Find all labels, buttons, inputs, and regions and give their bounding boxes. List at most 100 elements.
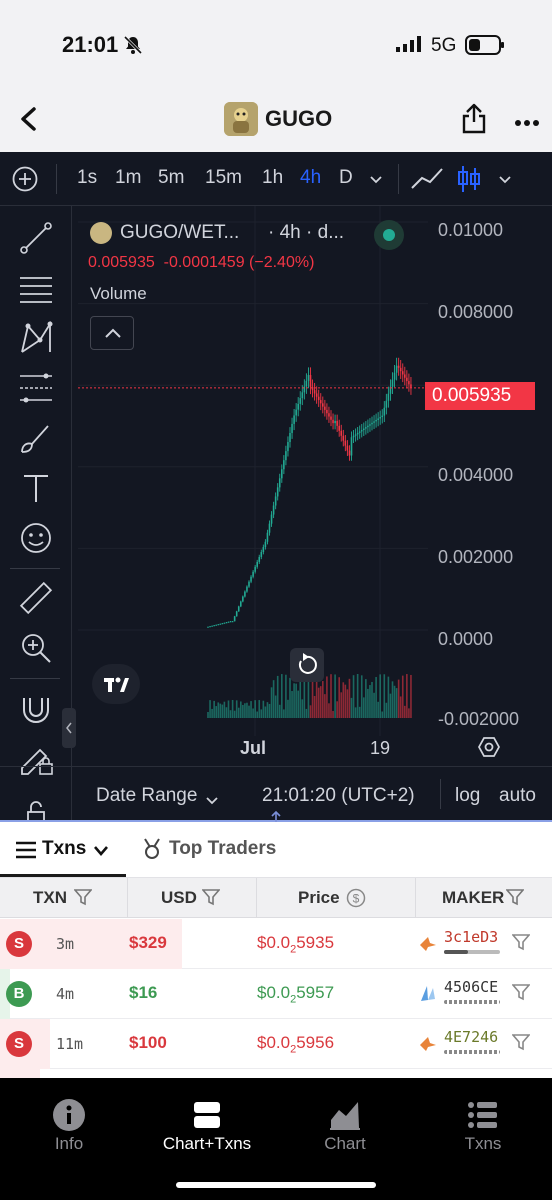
volume-bar bbox=[381, 711, 384, 718]
volume-bar bbox=[278, 704, 281, 718]
add-indicator-plus-icon[interactable] bbox=[12, 166, 38, 197]
volume-bar bbox=[317, 687, 320, 718]
candle-body bbox=[223, 622, 226, 624]
fib-retracement-icon[interactable] bbox=[16, 368, 56, 408]
volume-bar bbox=[242, 704, 244, 718]
candle-body bbox=[334, 420, 336, 424]
table-row[interactable]: S 11m $100 $0.025956 4E7246 bbox=[0, 1019, 552, 1069]
ruler-icon[interactable] bbox=[16, 578, 56, 618]
tradingview-logo[interactable] bbox=[92, 664, 140, 704]
bell-muted-icon bbox=[122, 34, 144, 61]
txn-type-badge: S bbox=[6, 931, 32, 957]
divider bbox=[10, 678, 60, 679]
table-row[interactable]: B 4m $16 $0.025957 4506CE bbox=[0, 969, 552, 1019]
candle-body bbox=[281, 469, 283, 479]
txn-tabs: Txns Top Traders bbox=[0, 822, 552, 878]
filter-icon[interactable] bbox=[73, 888, 93, 911]
volume-bar bbox=[342, 682, 345, 718]
candle-body bbox=[242, 596, 244, 602]
divider bbox=[415, 878, 416, 918]
maker-address[interactable]: 4506CE bbox=[444, 978, 498, 996]
volume-bar bbox=[340, 692, 343, 718]
candle-body bbox=[352, 435, 355, 438]
volume-bar bbox=[350, 697, 353, 718]
volume-bar bbox=[365, 679, 367, 718]
filter-icon[interactable] bbox=[505, 888, 525, 911]
timeframe-4h[interactable]: 4h bbox=[300, 167, 321, 189]
chart-clock[interactable]: 21:01:20 (UTC+2) bbox=[262, 785, 415, 807]
candle-body bbox=[211, 625, 213, 627]
back-chevron-icon[interactable] bbox=[14, 104, 44, 134]
candle-body bbox=[348, 450, 351, 456]
toolbar-collapse-handle[interactable] bbox=[62, 708, 76, 748]
legend-collapse-button[interactable] bbox=[90, 316, 134, 350]
volume-bar bbox=[207, 712, 209, 718]
candle-body bbox=[221, 623, 224, 625]
volume-bar bbox=[367, 688, 369, 718]
tab-top-traders[interactable]: Top Traders bbox=[169, 838, 276, 860]
volume-bar bbox=[297, 690, 299, 718]
filter-icon[interactable] bbox=[201, 888, 221, 911]
chart-type-chevron-icon[interactable] bbox=[498, 172, 512, 190]
date-range-chevron-icon[interactable] bbox=[205, 793, 219, 811]
volume-bar bbox=[311, 675, 314, 718]
filter-maker-icon[interactable] bbox=[511, 933, 531, 956]
share-icon[interactable] bbox=[460, 102, 488, 139]
list-icon bbox=[466, 1098, 500, 1132]
timeframe-1h[interactable]: 1h bbox=[262, 167, 283, 189]
candle-body bbox=[207, 626, 209, 628]
volume-bar bbox=[209, 700, 211, 718]
filter-maker-icon[interactable] bbox=[511, 983, 531, 1006]
timeframe-d[interactable]: D bbox=[339, 167, 353, 189]
emoji-icon[interactable] bbox=[16, 518, 56, 558]
trend-line-icon[interactable] bbox=[16, 218, 56, 258]
candle-body bbox=[324, 406, 326, 410]
volume-bar bbox=[219, 703, 222, 718]
text-tool-icon[interactable] bbox=[16, 468, 56, 508]
candle-body bbox=[387, 393, 390, 401]
volume-bar bbox=[215, 706, 217, 718]
txns-dropdown-chevron-icon[interactable] bbox=[93, 844, 109, 862]
chart-settings-icon[interactable] bbox=[477, 736, 501, 763]
nav-txns[interactable]: Txns bbox=[414, 1078, 552, 1168]
brush-icon[interactable] bbox=[16, 418, 56, 458]
line-chart-icon[interactable] bbox=[410, 166, 444, 197]
tab-txns[interactable]: Txns bbox=[42, 838, 86, 860]
volume-bar bbox=[332, 710, 334, 718]
status-bar: 21:01 5G bbox=[0, 0, 552, 90]
log-scale-toggle[interactable]: log bbox=[455, 785, 480, 807]
volume-bar bbox=[375, 677, 377, 718]
timeframe-5m[interactable]: 5m bbox=[158, 167, 184, 189]
divider bbox=[56, 164, 57, 194]
auto-scale-toggle[interactable]: auto bbox=[499, 785, 536, 807]
candle-body bbox=[365, 427, 367, 429]
candle-body bbox=[283, 460, 285, 470]
timeframe-1s[interactable]: 1s bbox=[77, 167, 97, 189]
maker-address[interactable]: 4E7246 bbox=[444, 1028, 498, 1046]
candlestick-chart-icon[interactable] bbox=[456, 164, 482, 199]
candle-body bbox=[363, 428, 365, 431]
timeframe-dropdown-chevron-icon[interactable] bbox=[369, 172, 383, 190]
zoom-in-icon[interactable] bbox=[16, 628, 56, 668]
nav-chart-txns[interactable]: Chart+Txns bbox=[138, 1078, 276, 1168]
filter-maker-icon[interactable] bbox=[511, 1033, 531, 1056]
dollar-toggle-icon[interactable]: $ bbox=[346, 888, 366, 913]
candle-body bbox=[399, 367, 402, 372]
volume-bar bbox=[399, 696, 402, 718]
pattern-tool-icon[interactable] bbox=[16, 318, 56, 358]
timeframe-1m[interactable]: 1m bbox=[115, 167, 141, 189]
token-logo bbox=[224, 102, 258, 136]
volume-bar bbox=[235, 700, 238, 718]
reset-chart-icon[interactable] bbox=[290, 648, 324, 682]
nav-info[interactable]: Info bbox=[0, 1078, 138, 1168]
more-options-icon[interactable] bbox=[514, 114, 540, 132]
magnet-icon[interactable] bbox=[16, 688, 56, 728]
candle-body bbox=[301, 392, 304, 399]
table-row[interactable]: S 3m $329 $0.025935 3c1eD3 bbox=[0, 919, 552, 969]
maker-address[interactable]: 3c1eD3 bbox=[444, 928, 498, 946]
timeframe-15m[interactable]: 15m bbox=[205, 167, 242, 189]
nav-chart[interactable]: Chart bbox=[276, 1078, 414, 1168]
candle-body bbox=[381, 415, 384, 418]
date-range-button[interactable]: Date Range bbox=[96, 785, 197, 807]
horizontal-lines-icon[interactable] bbox=[16, 268, 56, 308]
